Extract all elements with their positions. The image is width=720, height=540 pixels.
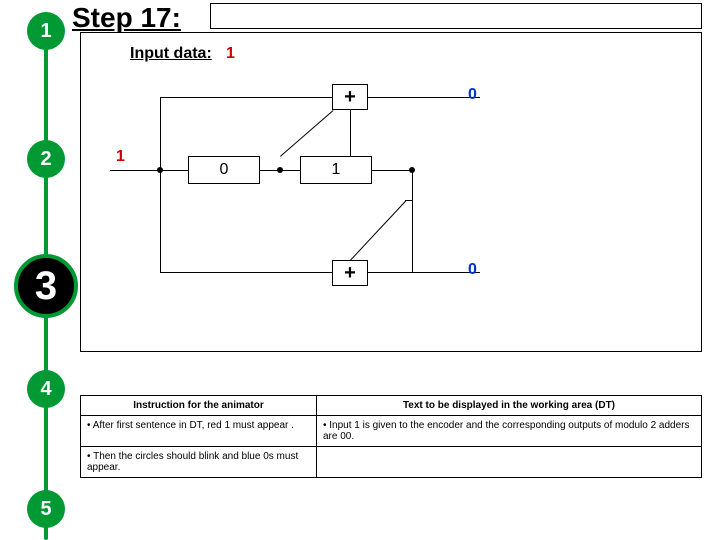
table-cell <box>316 447 701 478</box>
wire <box>160 97 161 272</box>
input-data-value: 1 <box>226 45 235 63</box>
input-data-label: Input data: <box>130 45 212 63</box>
step-5[interactable]: 5 <box>27 490 65 528</box>
plus-icon: + <box>344 262 356 285</box>
wire <box>350 200 407 261</box>
output-top: 0 <box>468 86 477 104</box>
register-1: 1 <box>300 156 372 184</box>
table-cell: After first sentence in DT, red 1 must a… <box>81 416 317 447</box>
encoder-diagram: 1 + 0 0 1 + 0 <box>80 70 702 350</box>
plus-icon: + <box>344 86 356 109</box>
page-title: Step 17: <box>72 2 181 34</box>
wire <box>368 272 412 273</box>
bullet: Input 1 is given to the encoder and the … <box>323 420 695 442</box>
register-0: 0 <box>188 156 260 184</box>
step-3-current[interactable]: 3 <box>14 254 78 318</box>
wire <box>405 200 413 201</box>
junction-dot <box>277 167 283 173</box>
output-bottom: 0 <box>468 261 477 279</box>
table-row: Then the circles should blink and blue 0… <box>81 447 702 478</box>
wire <box>280 110 333 157</box>
step-1-label: 1 <box>40 20 51 43</box>
title-box <box>210 3 702 29</box>
table-header-dt: Text to be displayed in the working area… <box>316 396 701 416</box>
table-header-animator: Instruction for the animator <box>81 396 317 416</box>
step-3-label: 3 <box>35 264 57 309</box>
wire <box>368 97 480 98</box>
input-bit-label: 1 <box>116 148 125 166</box>
register-1-value: 1 <box>332 161 341 179</box>
step-4[interactable]: 4 <box>27 370 65 408</box>
table-cell: Then the circles should blink and blue 0… <box>81 447 317 478</box>
bullet: After first sentence in DT, red 1 must a… <box>87 420 310 431</box>
adder-top: + <box>332 84 368 110</box>
step-2[interactable]: 2 <box>27 140 65 178</box>
table-cell: Input 1 is given to the encoder and the … <box>316 416 701 447</box>
instruction-table: Instruction for the animator Text to be … <box>80 395 702 478</box>
wire <box>110 170 160 171</box>
wire <box>160 272 332 273</box>
step-1[interactable]: 1 <box>27 12 65 50</box>
step-5-label: 5 <box>40 498 51 521</box>
table-header-row: Instruction for the animator Text to be … <box>81 396 702 416</box>
step-rail: 1 2 3 4 5 <box>27 0 63 540</box>
wire <box>160 97 332 98</box>
step-4-label: 4 <box>40 378 51 401</box>
wire <box>160 170 188 171</box>
wire <box>350 110 351 156</box>
register-0-value: 0 <box>220 161 229 179</box>
table-row: After first sentence in DT, red 1 must a… <box>81 416 702 447</box>
step-2-label: 2 <box>40 148 51 171</box>
wire <box>412 170 413 272</box>
bullet: Then the circles should blink and blue 0… <box>87 451 310 473</box>
wire <box>372 170 412 171</box>
adder-bottom: + <box>332 260 368 286</box>
